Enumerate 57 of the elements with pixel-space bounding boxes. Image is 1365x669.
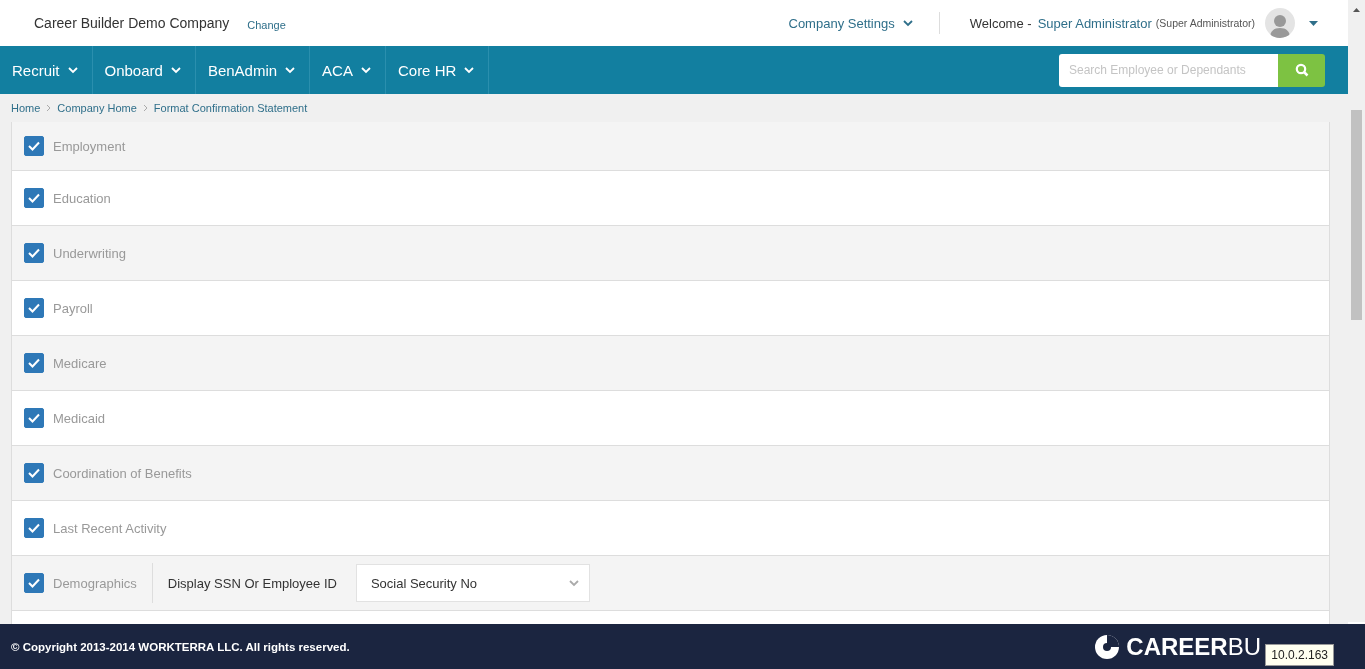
company-settings-menu[interactable]: Company Settings: [788, 12, 940, 34]
chevron-down-icon: [360, 66, 371, 74]
chevron-down-icon: [170, 66, 181, 74]
user-role: (Super Administrator): [1155, 17, 1255, 29]
section-label: Employment: [53, 138, 126, 154]
search-button[interactable]: [1278, 53, 1325, 87]
checkmark-icon: [28, 248, 40, 258]
checkbox[interactable]: [24, 408, 44, 428]
copyright-text: © Copyright 2013-2014 WORKTERRA LLC. All rights reserved.: [11, 640, 350, 653]
chevron-down-icon: [67, 66, 78, 74]
chevron-down-icon: [285, 66, 296, 74]
section-label: Coordination of Benefits: [53, 465, 192, 481]
ssn-select[interactable]: Social Security No: [355, 564, 590, 602]
chevron-right-icon: [142, 104, 148, 112]
checkmark-icon: [28, 523, 40, 533]
checkbox[interactable]: [24, 463, 44, 483]
breadcrumb-link[interactable]: Company Home: [57, 102, 137, 114]
option-label: Display SSN Or Employee ID: [167, 575, 337, 591]
checkbox[interactable]: [24, 518, 44, 538]
version-tooltip: 10.0.2.163: [1265, 644, 1334, 666]
checkbox[interactable]: [24, 353, 44, 373]
checkmark-icon: [28, 193, 40, 203]
checkmark-icon: [28, 468, 40, 478]
avatar-silhouette-icon[interactable]: [1265, 8, 1295, 38]
welcome-text: Welcome -: [969, 15, 1032, 31]
checkbox[interactable]: [24, 243, 44, 263]
checkbox[interactable]: [24, 298, 44, 318]
chevron-down-icon: [568, 579, 579, 587]
user-name-link[interactable]: Super Administrator: [1037, 15, 1152, 31]
breadcrumb-link[interactable]: Format Confirmation Statement: [153, 102, 308, 114]
company-name: Career Builder Demo Company: [34, 15, 230, 31]
checkmark-icon: [28, 413, 40, 423]
caret-icon[interactable]: [1309, 20, 1318, 26]
logo-text: CAREERBU: [1126, 633, 1261, 661]
chevron-down-icon: [902, 19, 913, 27]
checkmark-icon: [28, 578, 40, 588]
checkbox[interactable]: [24, 188, 44, 208]
search-icon: [1294, 63, 1309, 77]
section-label: Education: [53, 190, 111, 206]
section-label: Last Recent Activity: [53, 520, 167, 536]
checkmark-icon: [28, 303, 40, 313]
scrollbar[interactable]: [1348, 0, 1365, 622]
checkbox[interactable]: [24, 136, 44, 156]
checkbox[interactable]: [24, 573, 44, 593]
checkmark-icon: [28, 358, 40, 368]
section-label: Underwriting: [53, 245, 126, 261]
change-link[interactable]: Change: [247, 18, 286, 31]
chevron-down-icon: [464, 66, 475, 74]
logo-icon: [1094, 634, 1121, 660]
section-label: Medicaid: [53, 410, 106, 426]
section-label: Medicare: [53, 355, 107, 371]
checkmark-icon: [28, 141, 40, 151]
breadcrumb-link[interactable]: Home: [11, 102, 41, 114]
chevron-right-icon: [46, 104, 52, 112]
section-label: Payroll: [53, 300, 93, 316]
search-field[interactable]: Search Employee or Dependants: [1059, 53, 1278, 87]
section-label: Demographics: [53, 575, 137, 591]
